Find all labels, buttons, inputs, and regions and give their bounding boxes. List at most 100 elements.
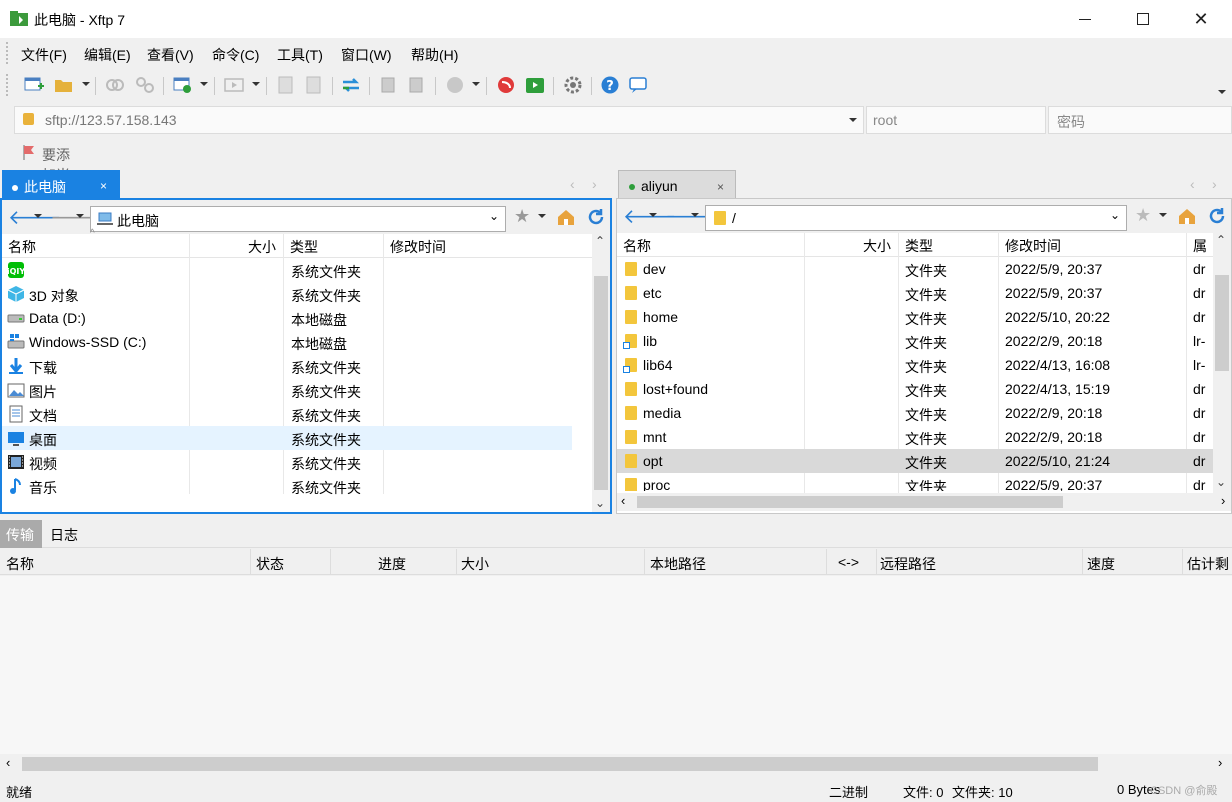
table-row[interactable]: mnt 文件夹 2022/2/9, 20:18 dr: [617, 425, 1213, 449]
sync-transfer-icon[interactable]: [341, 76, 361, 94]
column-direction[interactable]: <->: [838, 554, 859, 570]
connect-icon[interactable]: [105, 76, 125, 94]
scroll-up-icon[interactable]: ⌃: [1216, 233, 1226, 247]
chat-icon[interactable]: [628, 76, 648, 94]
scroll-thumb[interactable]: [22, 757, 1098, 771]
table-row[interactable]: Data (D:) 本地磁盘: [2, 306, 572, 330]
host-field[interactable]: sftp://123.57.158.143: [14, 106, 864, 134]
column-type[interactable]: 类型: [905, 236, 933, 256]
scroll-down-icon[interactable]: ⌄: [595, 496, 605, 510]
download-file-icon[interactable]: [304, 76, 324, 94]
table-row[interactable]: proc 文件夹 2022/5/9, 20:37 dr: [617, 473, 1213, 491]
new-session-icon[interactable]: [24, 76, 44, 94]
table-row[interactable]: iQIY 系统文件夹: [2, 258, 572, 282]
back-dropdown-icon[interactable]: [649, 213, 657, 217]
table-row[interactable]: etc 文件夹 2022/5/9, 20:37 dr: [617, 281, 1213, 305]
path-dropdown-icon[interactable]: ⌄: [1110, 208, 1120, 222]
forward-dropdown-icon[interactable]: [691, 213, 699, 217]
column-type[interactable]: 类型: [290, 237, 318, 257]
table-row[interactable]: 音乐 系统文件夹: [2, 474, 572, 498]
back-dropdown-icon[interactable]: [34, 214, 42, 218]
scroll-up-icon[interactable]: ⌃: [595, 234, 605, 248]
column-progress[interactable]: 进度: [378, 554, 406, 574]
table-row[interactable]: 3D 对象 系统文件夹: [2, 282, 572, 306]
scroll-left-icon[interactable]: ‹: [6, 755, 10, 770]
help-icon[interactable]: ?: [600, 76, 620, 94]
scroll-right-icon[interactable]: ›: [1221, 493, 1225, 508]
table-row[interactable]: dev 文件夹 2022/5/9, 20:37 dr: [617, 257, 1213, 281]
minimize-button[interactable]: [1056, 0, 1114, 38]
column-size[interactable]: 大小: [863, 236, 891, 256]
tab-close-icon[interactable]: ×: [100, 179, 107, 193]
column-attributes[interactable]: 属性: [1193, 236, 1213, 256]
table-row[interactable]: Windows-SSD (C:) 本地磁盘: [2, 330, 572, 354]
host-dropdown-icon[interactable]: [849, 118, 857, 122]
menu-window[interactable]: 窗口(W): [341, 45, 392, 65]
column-remote-path[interactable]: 远程路径: [880, 554, 936, 574]
xftp-icon[interactable]: [525, 76, 545, 94]
column-name[interactable]: 名称: [623, 236, 651, 256]
table-row[interactable]: 桌面 系统文件夹: [2, 426, 572, 450]
path-dropdown-icon[interactable]: ⌄: [489, 209, 499, 223]
bookmark-dropdown-icon[interactable]: [538, 214, 546, 218]
forward-dropdown-icon[interactable]: [76, 214, 84, 218]
table-row[interactable]: 视频 系统文件夹: [2, 450, 572, 474]
menu-tools[interactable]: 工具(T): [277, 45, 323, 65]
column-eta[interactable]: 估计剩: [1187, 554, 1232, 574]
column-modified[interactable]: 修改时间: [390, 237, 446, 257]
scroll-left-icon[interactable]: ‹: [621, 493, 625, 508]
column-speed[interactable]: 速度: [1087, 554, 1115, 574]
column-size[interactable]: 大小: [461, 554, 489, 574]
maximize-button[interactable]: [1114, 0, 1172, 38]
home-icon[interactable]: [556, 208, 576, 226]
column-local-path[interactable]: 本地路径: [650, 554, 706, 574]
terminal-icon[interactable]: [224, 76, 244, 94]
password-field[interactable]: 密码: [1048, 106, 1232, 134]
tab-scroll-left-icon[interactable]: ‹: [570, 176, 575, 192]
xshell-icon[interactable]: [496, 76, 516, 94]
tab-scroll-right-icon[interactable]: ›: [1212, 176, 1217, 192]
table-row[interactable]: lost+found 文件夹 2022/4/13, 15:19 dr: [617, 377, 1213, 401]
tab-transfer[interactable]: 传输: [0, 520, 42, 548]
scroll-thumb[interactable]: [637, 496, 1063, 508]
toolbar-overflow-icon[interactable]: [1218, 90, 1226, 94]
table-row[interactable]: 文档 系统文件夹: [2, 402, 572, 426]
home-icon[interactable]: [1177, 207, 1197, 225]
status-circle-icon[interactable]: [445, 76, 465, 94]
local-path-field[interactable]: 此电脑 ⌄: [90, 206, 506, 232]
disconnect-icon[interactable]: [135, 76, 155, 94]
scroll-thumb[interactable]: [1215, 275, 1229, 371]
local-vertical-scrollbar[interactable]: ⌃ ⌄: [592, 234, 610, 512]
remote-path-field[interactable]: / ⌄: [705, 205, 1127, 231]
menu-help[interactable]: 帮助(H): [411, 45, 458, 65]
column-modified[interactable]: 修改时间: [1005, 236, 1061, 256]
close-button[interactable]: ✕: [1172, 0, 1230, 38]
transfer-horizontal-scrollbar[interactable]: ‹ ›: [0, 754, 1232, 774]
menu-view[interactable]: 查看(V): [147, 45, 194, 65]
gear-icon[interactable]: [563, 76, 583, 94]
table-row[interactable]: lib64 文件夹 2022/4/13, 16:08 lr-: [617, 353, 1213, 377]
menu-edit[interactable]: 编辑(E): [84, 45, 131, 65]
column-size[interactable]: 大小: [248, 237, 276, 257]
tab-aliyun[interactable]: aliyun ×: [618, 170, 736, 200]
menu-file[interactable]: 文件(F): [21, 45, 67, 65]
scroll-down-icon[interactable]: ⌄: [1216, 475, 1226, 489]
tab-close-icon[interactable]: ×: [717, 180, 724, 194]
scroll-thumb[interactable]: [594, 276, 608, 490]
terminal-dropdown-icon[interactable]: [252, 82, 260, 86]
remote-vertical-scrollbar[interactable]: ⌃ ⌄: [1213, 233, 1231, 493]
column-name[interactable]: 名称: [6, 554, 34, 574]
bookmark-dropdown-icon[interactable]: [1159, 213, 1167, 217]
table-row[interactable]: 图片 系统文件夹: [2, 378, 572, 402]
session-settings-icon[interactable]: [173, 76, 193, 94]
table-row[interactable]: 下载 系统文件夹: [2, 354, 572, 378]
scroll-right-icon[interactable]: ›: [1218, 755, 1222, 770]
menu-command[interactable]: 命令(C): [212, 45, 259, 65]
column-name[interactable]: 名称: [8, 237, 36, 257]
bookmark-star-icon[interactable]: ★: [1135, 205, 1151, 226]
table-row[interactable]: home 文件夹 2022/5/10, 20:22 dr: [617, 305, 1213, 329]
table-row[interactable]: lib 文件夹 2022/2/9, 20:18 lr-: [617, 329, 1213, 353]
username-field[interactable]: root: [866, 106, 1046, 134]
open-dropdown-icon[interactable]: [82, 82, 90, 86]
settings-dropdown-icon[interactable]: [200, 82, 208, 86]
